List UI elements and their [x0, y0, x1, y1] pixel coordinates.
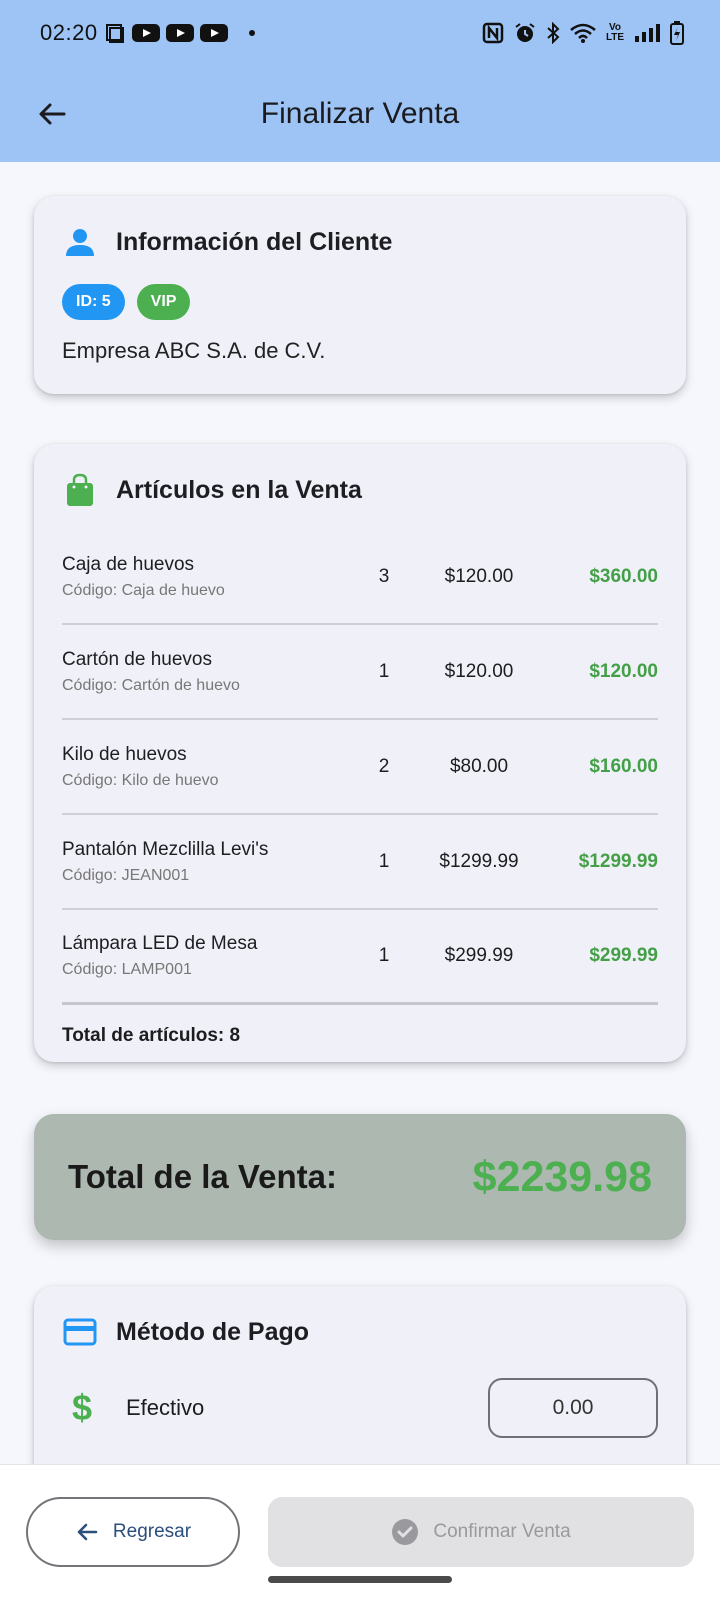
nfc-icon	[482, 22, 504, 44]
item-unit-price: $80.00	[449, 755, 509, 777]
item-quantity: 3	[378, 565, 390, 587]
person-icon	[62, 224, 98, 260]
vip-chip: VIP	[136, 284, 191, 320]
item-quantity: 2	[378, 755, 390, 777]
item-subtotal: $120.00	[589, 660, 658, 682]
item-code: Código: Cartón de huevo	[62, 676, 240, 694]
back-arrow-button[interactable]	[24, 86, 80, 142]
item-subtotal: $1299.99	[578, 850, 658, 872]
item-unit-price: $299.99	[444, 945, 514, 966]
items-card: Artículos en la Venta Caja de huevos Cód…	[34, 444, 686, 1062]
items-card-title: Artículos en la Venta	[116, 475, 362, 504]
client-chips: ID: 5 VIP	[62, 284, 658, 320]
page-title: Finalizar Venta	[260, 97, 460, 130]
volte-icon: Vo LTE	[605, 22, 625, 43]
payment-row-cash: $ Efectivo	[62, 1378, 658, 1438]
item-code: Código: LAMP001	[62, 961, 192, 978]
item-unit-price: $120.00	[444, 660, 514, 682]
list-item[interactable]: Kilo de huevos Código: Kilo de huevo 2 $…	[62, 720, 658, 815]
item-name: Caja de huevos	[62, 553, 195, 575]
item-code: Código: JEAN001	[62, 866, 190, 884]
home-indicator[interactable]	[268, 1576, 452, 1583]
confirm-sale-button[interactable]: Confirmar Venta	[268, 1497, 694, 1567]
item-code: Código: Kilo de huevo	[62, 771, 219, 789]
item-name: Lámpara LED de Mesa	[62, 933, 258, 954]
status-time: 02:20	[40, 20, 98, 45]
sale-total-value: $2239.98	[472, 1152, 652, 1201]
item-name: Kilo de huevos	[62, 743, 187, 765]
battery-icon	[670, 21, 684, 45]
back-button[interactable]: Regresar	[26, 1497, 240, 1567]
sale-total-card: Total de la Venta: $2239.98	[34, 1114, 686, 1240]
cash-amount-input[interactable]	[488, 1378, 658, 1438]
items-card-header: Artículos en la Venta	[62, 472, 658, 508]
payment-card-title: Método de Pago	[116, 1317, 310, 1346]
top-bar: 02:20 Vo LTE Finalizar Venta	[0, 0, 720, 162]
back-button-label: Regresar	[112, 1521, 192, 1542]
dollar-icon: $	[71, 1387, 93, 1428]
app-bar: Finalizar Venta	[0, 66, 720, 162]
sale-total-label: Total de la Venta:	[68, 1158, 337, 1195]
client-card-header: Información del Cliente	[62, 224, 658, 260]
list-item[interactable]: Caja de huevos Código: Caja de huevo 3 $…	[62, 530, 658, 625]
item-quantity: 1	[378, 850, 390, 872]
item-subtotal: $160.00	[589, 755, 658, 777]
status-bar: 02:20 Vo LTE	[0, 0, 720, 66]
screenshot-icon	[104, 22, 126, 44]
item-quantity: 1	[378, 945, 390, 966]
client-card-title: Información del Cliente	[116, 227, 393, 256]
confirm-sale-label: Confirmar Venta	[433, 1521, 571, 1542]
items-total-count: Total de artículos: 8	[62, 1025, 241, 1046]
list-item[interactable]: Lámpara LED de Mesa Código: LAMP001 1 $2…	[62, 910, 658, 1005]
payment-card-header: Método de Pago	[62, 1314, 658, 1350]
alarm-icon	[514, 22, 536, 44]
cash-label: Efectivo	[126, 1395, 205, 1420]
item-quantity: 1	[378, 660, 390, 682]
credit-card-icon	[62, 1314, 98, 1350]
youtube-icon	[165, 23, 194, 43]
client-id-chip: ID: 5	[62, 284, 125, 320]
list-item[interactable]: Pantalón Mezclilla Levi's Código: JEAN00…	[62, 815, 658, 910]
check-circle-icon	[392, 1519, 419, 1545]
item-code: Código: Caja de huevo	[62, 581, 225, 599]
client-card: Información del Cliente ID: 5 VIP Empres…	[34, 196, 686, 394]
item-unit-price: $1299.99	[439, 850, 519, 872]
shopping-bag-icon	[62, 472, 98, 508]
youtube-icon	[131, 23, 160, 43]
dot-icon	[248, 29, 256, 37]
item-name: Pantalón Mezclilla Levi's	[62, 838, 269, 860]
list-item[interactable]: Cartón de huevos Código: Cartón de huevo…	[62, 625, 658, 720]
client-name: Empresa ABC S.A. de C.V.	[62, 338, 326, 363]
item-name: Cartón de huevos	[62, 648, 212, 670]
arrow-left-icon	[39, 103, 66, 125]
wifi-icon	[570, 23, 596, 43]
bluetooth-icon	[546, 22, 560, 44]
item-subtotal: $299.99	[589, 945, 658, 966]
arrow-left-icon	[77, 1523, 98, 1541]
signal-icon	[634, 23, 660, 43]
items-list: Caja de huevos Código: Caja de huevo 3 $…	[62, 530, 658, 1005]
youtube-icon	[199, 23, 228, 43]
item-unit-price: $120.00	[444, 565, 514, 587]
item-subtotal: $360.00	[589, 565, 658, 587]
